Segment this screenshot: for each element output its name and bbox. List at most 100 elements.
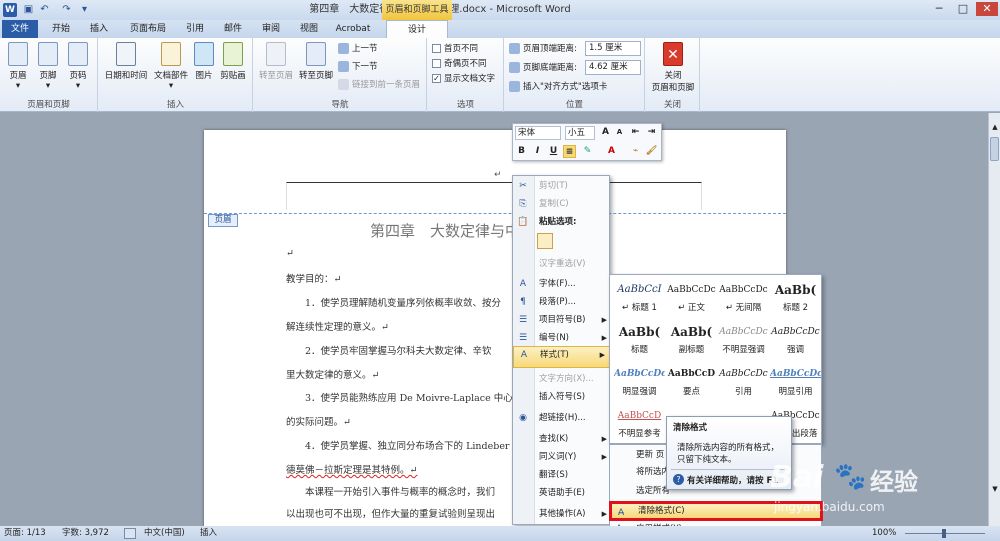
close-header-footer-button[interactable]: ✕ 关闭 页眉和页脚 — [648, 40, 698, 96]
undo-icon[interactable]: ↶ — [38, 3, 51, 16]
scroll-up-icon[interactable]: ▲ — [990, 123, 1000, 133]
menu-item-copy[interactable]: ⎘ 复制(C) — [513, 196, 611, 213]
indent-decrease-icon[interactable]: ⇤ — [629, 126, 642, 139]
menu-item-more-actions[interactable]: 其他操作(A) ▶ — [513, 506, 611, 523]
status-mode[interactable]: 插入 — [200, 526, 217, 541]
link-previous-button[interactable]: 链接到前一条页眉 — [338, 78, 420, 92]
menu-item-insert-symbol[interactable]: 插入符号(S) — [513, 389, 611, 406]
menu-item-paragraph[interactable]: ¶ 段落(P)... — [513, 294, 611, 311]
status-words[interactable]: 字数: 3,972 — [62, 526, 109, 541]
customize-qat-icon[interactable]: ▾ — [78, 3, 91, 16]
menu-item-numbering[interactable]: ☰ 编号(N) ▶ — [513, 330, 611, 347]
tab-file[interactable]: 文件 — [2, 20, 38, 38]
footer-button[interactable]: 页脚 ▾ — [34, 40, 62, 96]
style-intense-emphasis[interactable]: AaBbCcDc 明显强调 — [614, 363, 665, 403]
page-number-button[interactable]: 页码 ▾ — [64, 40, 92, 96]
style-heading1[interactable]: AaBbCcI ↵ 标题 1 — [614, 279, 665, 319]
font-color-icon[interactable]: A — [605, 145, 618, 158]
scroll-down-icon[interactable]: ▼ — [990, 485, 1000, 495]
menu-item-text-direction[interactable]: 文字方向(X)... — [513, 371, 611, 388]
style-emphasis[interactable]: AaBbCcDc 强调 — [770, 321, 821, 361]
minimize-icon[interactable]: ─ — [928, 2, 950, 16]
zoom-slider-thumb[interactable] — [942, 529, 946, 538]
style-subtitle[interactable]: AaBb(副标题 — [666, 321, 717, 361]
bold-button[interactable]: B — [515, 145, 528, 158]
menu-item-lookup[interactable]: 查找(K) ▶ — [513, 431, 611, 448]
scissors-icon: ✂ — [519, 181, 527, 191]
style-quote[interactable]: AaBbCcDc 引用 — [718, 363, 769, 403]
goto-footer-button[interactable]: 转至页脚 — [296, 40, 336, 96]
show-doc-text-checkbox[interactable]: ✓ 显示文档文字 — [432, 72, 495, 86]
group-label-navigation: 导航 — [331, 100, 349, 110]
style-strong[interactable]: AaBbCcD 要点 — [666, 363, 717, 403]
tab-home[interactable]: 开始 — [44, 20, 78, 38]
word-app-icon[interactable]: W — [3, 3, 17, 17]
center-align-icon[interactable]: ≡ — [563, 145, 576, 158]
baidu-watermark: Bai 🐾 经验 jingyan.baidu.com — [770, 460, 970, 520]
font-name-box[interactable]: 宋体 — [515, 126, 561, 140]
tab-design[interactable]: 设计 — [386, 20, 448, 38]
date-time-button[interactable]: 日期和时间 — [103, 40, 149, 96]
tab-page-layout[interactable]: 页面布局 — [122, 20, 174, 38]
scroll-thumb[interactable] — [990, 137, 999, 161]
menu-item-bullets[interactable]: ☰ 项目符号(B) ▶ — [513, 312, 611, 329]
style-heading2[interactable]: AaBb(标题 2 — [770, 279, 821, 319]
status-language[interactable]: 中文(中国) — [144, 526, 185, 541]
redo-icon[interactable]: ↷ — [60, 3, 73, 16]
status-page[interactable]: 页面: 1/13 — [4, 526, 46, 541]
tab-mailings[interactable]: 邮件 — [216, 20, 250, 38]
style-no-spacing[interactable]: AaBbCcDc ↵ 无间隔 — [718, 279, 769, 319]
painter-icon[interactable]: 🖌 — [645, 145, 658, 158]
header-distance-input[interactable]: 1.5 厘米 — [585, 41, 641, 56]
footer-distance-input[interactable]: 4.62 厘米 — [585, 60, 641, 75]
tab-view[interactable]: 视图 — [292, 20, 326, 38]
proofing-icon[interactable] — [124, 528, 136, 539]
shrink-font-button[interactable]: A — [613, 126, 626, 139]
page-number-icon — [68, 42, 88, 66]
menu-item-font[interactable]: A 字体(F)... — [513, 276, 611, 293]
different-first-page-checkbox[interactable]: 首页不同 — [432, 42, 478, 56]
next-section-button[interactable]: 下一节 — [338, 60, 378, 74]
grow-font-button[interactable]: A — [599, 126, 612, 139]
tab-review[interactable]: 审阅 — [254, 20, 288, 38]
doc-line: 4．使学员掌握、独立同分布场合下的 Lindeber — [286, 441, 510, 452]
menu-item-english-assistant[interactable]: 英语助手(E) — [513, 485, 611, 502]
menu-item-cut[interactable]: ✂ 剪切(T) — [513, 178, 611, 195]
clipart-button[interactable]: 剪贴画 — [217, 40, 249, 96]
alignment-tab-icon — [509, 81, 520, 92]
tab-insert[interactable]: 插入 — [82, 20, 116, 38]
style-subtle-reference[interactable]: AaBbCcD 不明显参考 — [614, 405, 665, 445]
menu-item-translate[interactable]: 翻译(S) — [513, 467, 611, 484]
different-odd-even-checkbox[interactable]: 奇偶页不同 — [432, 57, 487, 71]
highlight-icon[interactable]: ✎ — [581, 145, 594, 158]
vertical-scrollbar[interactable]: ▲ ▼ — [988, 113, 1000, 526]
style-subtle-emphasis[interactable]: AaBbCcDc 不明显强调 — [718, 321, 769, 361]
prev-section-button[interactable]: 上一节 — [338, 42, 378, 56]
menu-item-synonyms[interactable]: 同义词(Y) ▶ — [513, 449, 611, 466]
title-bar: W ▣ ↶ ↷ ▾ 第四章 大数定律与中心极限定理.docx - Microso… — [0, 0, 1000, 20]
help-icon: ? — [673, 474, 684, 485]
save-icon[interactable]: ▣ — [22, 3, 35, 16]
insert-alignment-tab-button[interactable]: 插入"对齐方式"选项卡 — [509, 80, 607, 94]
tab-references[interactable]: 引用 — [178, 20, 212, 38]
style-title[interactable]: AaBb(标题 — [614, 321, 665, 361]
goto-header-button[interactable]: 转至页眉 — [256, 40, 296, 96]
status-zoom[interactable]: 100% — [872, 526, 896, 541]
style-intense-quote[interactable]: AaBbCcDc 明显引用 — [770, 363, 821, 403]
italic-button[interactable]: I — [531, 145, 544, 158]
menu-item-hyperlink[interactable]: ◉ 超链接(H)... — [513, 410, 611, 427]
tab-acrobat[interactable]: Acrobat — [330, 20, 376, 38]
indent-increase-icon[interactable]: ⇥ — [645, 126, 658, 139]
font-size-box[interactable]: 小五 — [565, 126, 595, 140]
style-normal[interactable]: AaBbCcDc ↵ 正文 — [666, 279, 717, 319]
close-icon[interactable]: ✕ — [976, 2, 998, 16]
maximize-icon[interactable]: □ — [952, 2, 974, 16]
underline-button[interactable]: U — [547, 145, 560, 158]
doc-parts-button[interactable]: 文档部件 ▾ — [151, 40, 191, 96]
picture-button[interactable]: 图片 — [193, 40, 215, 96]
menu-item-styles[interactable]: A 样式(T) ▶ — [513, 346, 610, 368]
format-brush-icon[interactable]: ⌁ — [629, 145, 642, 158]
menu-item-reconvert[interactable]: 汉字重选(V) — [513, 256, 611, 273]
header-button[interactable]: 页眉 ▾ — [4, 40, 32, 96]
paste-keep-text-icon[interactable] — [537, 233, 553, 249]
